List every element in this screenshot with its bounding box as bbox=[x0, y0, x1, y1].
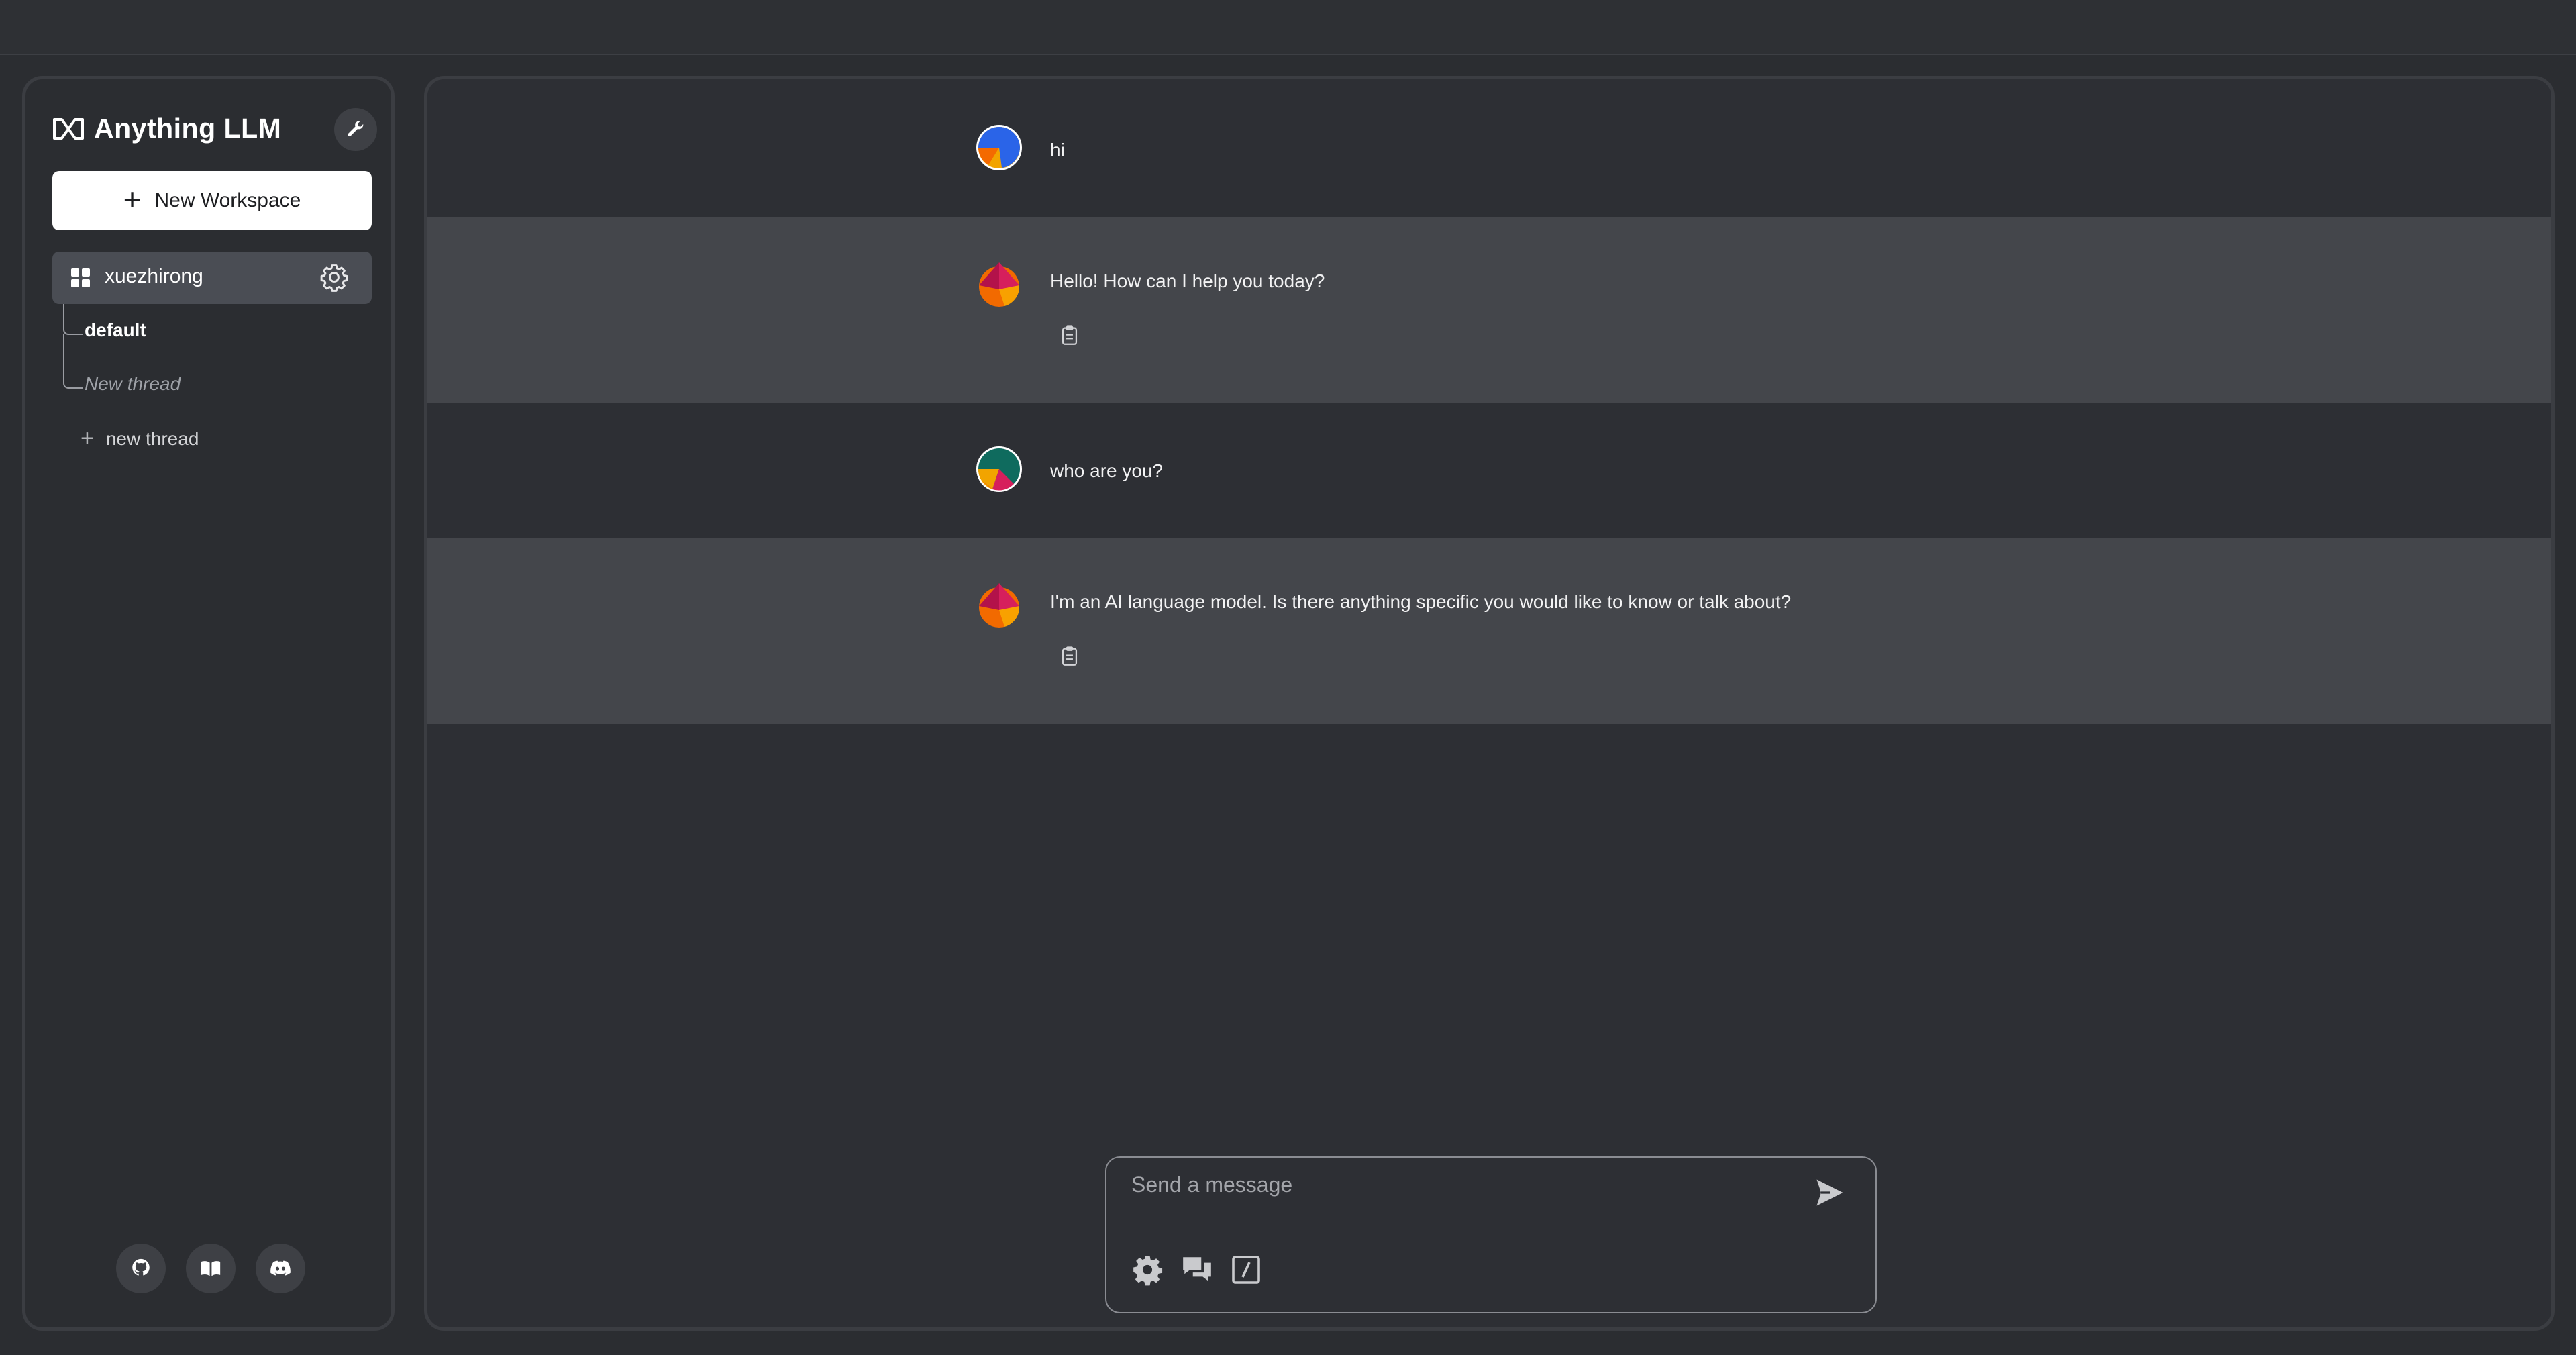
sidebar: Anything LLM + New Workspace xuezhirong bbox=[22, 76, 395, 1331]
new-thread-button[interactable]: + new thread bbox=[81, 425, 199, 452]
discord-icon[interactable] bbox=[256, 1244, 305, 1293]
copy-clipboard-icon[interactable] bbox=[1058, 645, 1081, 671]
thread-tree-connector bbox=[63, 334, 83, 389]
plus-icon: + bbox=[123, 182, 142, 217]
input-toolbar bbox=[1131, 1253, 1262, 1290]
message-text: I'm an AI language model. Is there anyth… bbox=[1050, 591, 1792, 612]
message-input-box[interactable]: Send a message bbox=[1105, 1156, 1877, 1313]
workspace-settings-gear-icon[interactable] bbox=[319, 262, 349, 295]
settings-wrench-button[interactable] bbox=[334, 108, 377, 151]
window-top-bar bbox=[0, 0, 2576, 55]
send-arrow-icon bbox=[1816, 1179, 1843, 1206]
settings-gear-icon[interactable] bbox=[1131, 1253, 1164, 1290]
app-title: Anything LLM bbox=[94, 113, 282, 144]
chat-message-assistant: Hello! How can I help you today? bbox=[427, 217, 2551, 403]
thread-tree-connector bbox=[63, 304, 83, 335]
message-input[interactable]: Send a message bbox=[1131, 1172, 1292, 1197]
chat-panel: hi Hello! How can I help you today? who … bbox=[424, 76, 2555, 1331]
sidebar-footer bbox=[116, 1244, 305, 1293]
message-text: hi bbox=[1050, 140, 1065, 160]
chat-message-user: hi bbox=[427, 79, 2551, 217]
new-thread-label: new thread bbox=[105, 428, 199, 449]
message-text: Hello! How can I help you today? bbox=[1050, 270, 1325, 291]
new-workspace-button[interactable]: + New Workspace bbox=[52, 171, 372, 230]
assistant-avatar bbox=[975, 258, 1023, 307]
thread-item-new-thread[interactable]: New thread bbox=[85, 373, 181, 395]
chat-bubbles-icon[interactable] bbox=[1180, 1253, 1214, 1290]
docs-book-icon[interactable] bbox=[186, 1244, 236, 1293]
plus-icon: + bbox=[81, 425, 94, 451]
user-avatar bbox=[975, 123, 1023, 172]
anythingllm-logo-icon bbox=[52, 117, 85, 140]
copy-clipboard-icon[interactable] bbox=[1058, 324, 1081, 350]
send-button[interactable] bbox=[1812, 1175, 1847, 1213]
app-logo[interactable]: Anything LLM bbox=[52, 113, 281, 144]
new-workspace-label: New Workspace bbox=[154, 189, 301, 211]
chat-message-user: who are you? bbox=[427, 403, 2551, 538]
github-icon[interactable] bbox=[116, 1244, 166, 1293]
user-avatar bbox=[975, 445, 1023, 493]
thread-item-default[interactable]: default bbox=[85, 319, 146, 341]
slash-command-icon[interactable] bbox=[1230, 1254, 1262, 1289]
message-text: who are you? bbox=[1050, 460, 1164, 481]
workspace-name: xuezhirong bbox=[105, 265, 203, 287]
workspace-grid-icon bbox=[71, 268, 90, 291]
wrench-icon bbox=[348, 121, 364, 136]
assistant-avatar bbox=[975, 579, 1023, 628]
chat-message-assistant: I'm an AI language model. Is there anyth… bbox=[427, 538, 2551, 724]
workspace-item-active[interactable]: xuezhirong bbox=[52, 252, 372, 304]
